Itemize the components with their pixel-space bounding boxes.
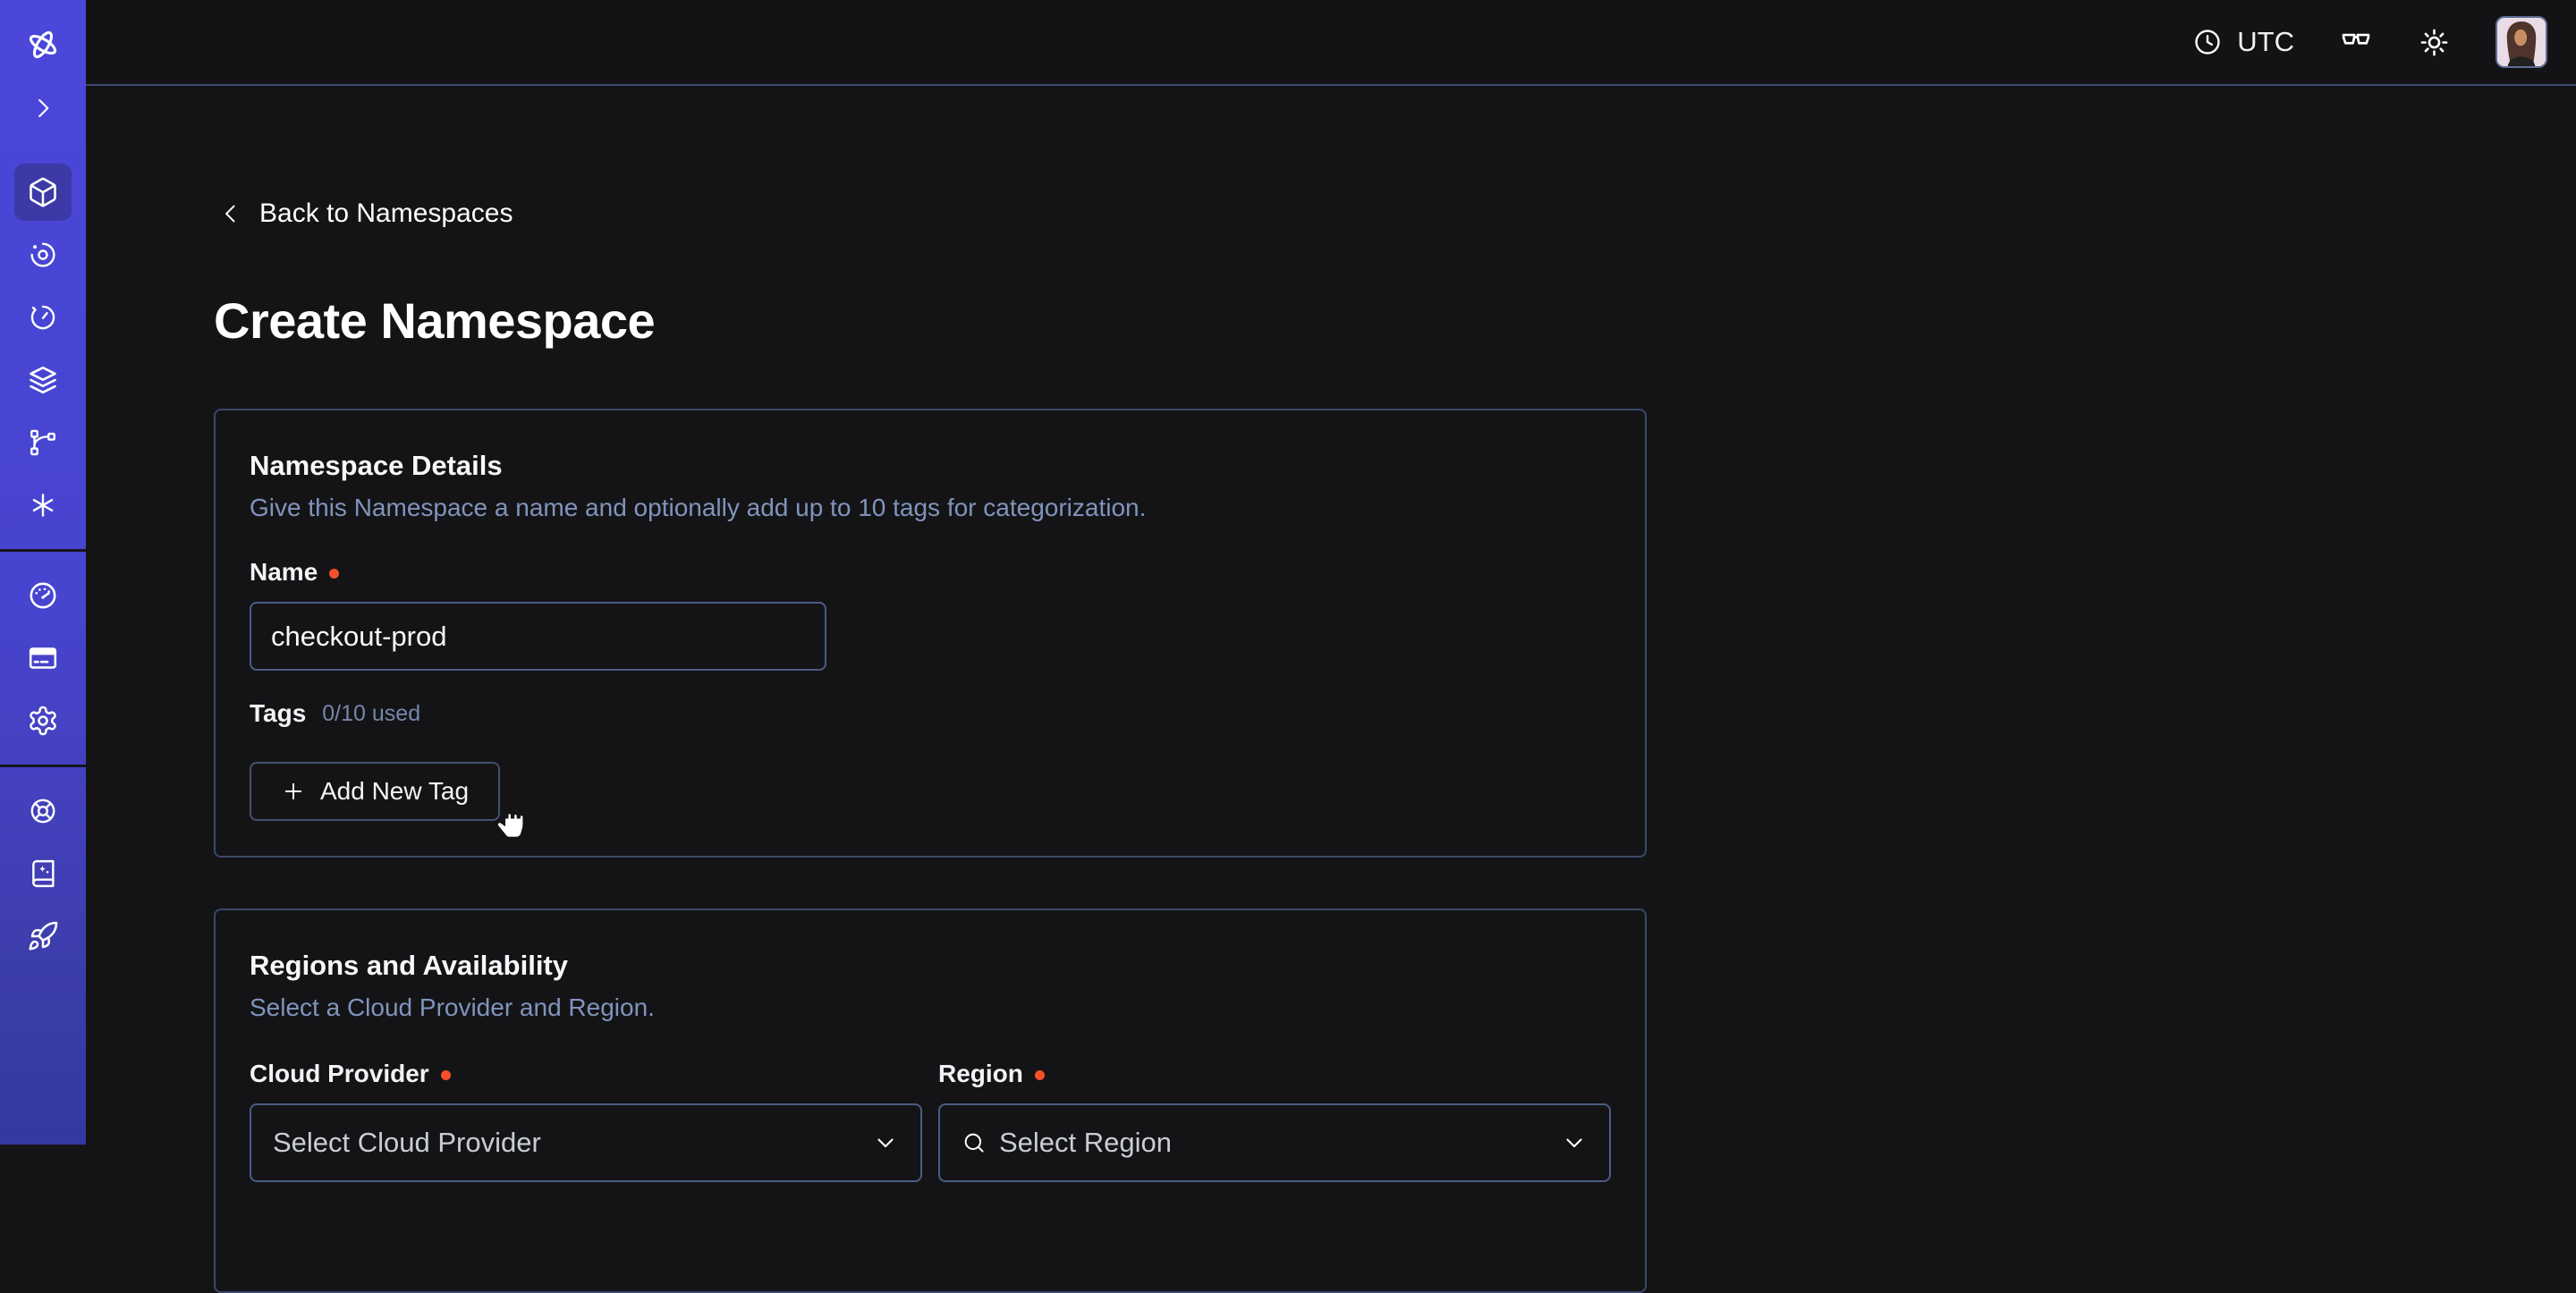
cursor-pointer-hand <box>487 799 529 845</box>
chevron-left-icon <box>218 201 243 226</box>
nexus-asterisk-icon <box>28 490 58 520</box>
sidebar-item-getting-started[interactable] <box>0 905 86 968</box>
timezone-button[interactable]: UTC <box>2192 26 2294 58</box>
tags-label: Tags <box>250 699 306 728</box>
field-labels-row: Cloud Provider Region <box>250 1060 1611 1088</box>
add-new-tag-button[interactable]: Add New Tag <box>250 762 500 821</box>
namespace-name-input[interactable] <box>250 602 826 671</box>
schedules-timer-icon <box>28 302 58 333</box>
temporal-logo-icon <box>23 25 63 64</box>
billing-card-icon <box>27 642 59 674</box>
chevron-right-icon <box>30 95 56 122</box>
cloud-provider-select[interactable]: Select Cloud Provider <box>250 1103 922 1182</box>
namespaces-cube-icon <box>27 176 59 208</box>
plus-icon <box>281 779 306 804</box>
sidebar-item-billing[interactable] <box>0 627 86 689</box>
namespace-details-card: Namespace Details Give this Namespace a … <box>214 409 1647 858</box>
page-title: Create Namespace <box>214 292 655 350</box>
required-dot <box>441 1070 451 1080</box>
sidebar-item-deployments[interactable] <box>0 349 86 411</box>
region-placeholder: Select Region <box>999 1127 1172 1159</box>
rocket-icon <box>27 920 59 952</box>
deployments-layers-icon <box>27 364 59 396</box>
reader-mode-button[interactable] <box>2339 25 2373 59</box>
temporal-logo[interactable] <box>0 13 86 77</box>
card-title: Namespace Details <box>250 450 1611 482</box>
timezone-label: UTC <box>2237 26 2294 58</box>
region-select[interactable]: Select Region <box>938 1103 1611 1182</box>
sidebar-item-usage[interactable] <box>0 564 86 627</box>
topbar: UTC <box>86 0 2576 86</box>
cloud-provider-label: Cloud Provider <box>250 1060 922 1088</box>
card-title: Regions and Availability <box>250 950 1611 982</box>
sidebar-item-support[interactable] <box>0 780 86 842</box>
selects-row: Select Cloud Provider Select Region <box>250 1103 1611 1182</box>
batch-branch-icon <box>28 427 58 458</box>
chevron-down-icon <box>1561 1129 1588 1156</box>
avatar-image <box>2497 18 2546 66</box>
sidebar <box>0 0 86 1145</box>
sidebar-item-schedules[interactable] <box>0 286 86 349</box>
chevron-down-icon <box>872 1129 899 1156</box>
name-label: Name <box>250 558 1611 587</box>
theme-toggle-button[interactable] <box>2418 26 2451 59</box>
sun-icon <box>2418 26 2451 59</box>
support-wheel-icon <box>28 796 58 826</box>
card-subtitle: Give this Namespace a name and optionall… <box>250 494 1611 522</box>
required-dot <box>1035 1070 1045 1080</box>
cloud-provider-placeholder: Select Cloud Provider <box>273 1127 541 1159</box>
settings-gear-icon <box>27 705 59 737</box>
back-link-label: Back to Namespaces <box>259 199 513 229</box>
docs-book-icon <box>28 858 58 889</box>
tags-row: Tags 0/10 used <box>250 699 1611 728</box>
active-item-highlight <box>14 164 72 221</box>
avatar[interactable] <box>2496 16 2547 68</box>
sidebar-item-docs[interactable] <box>0 842 86 905</box>
usage-gauge-icon <box>27 579 59 612</box>
regions-availability-card: Regions and Availability Select a Cloud … <box>214 908 1647 1293</box>
sidebar-item-settings[interactable] <box>0 689 86 752</box>
card-subtitle: Select a Cloud Provider and Region. <box>250 993 1611 1022</box>
search-icon <box>962 1130 987 1155</box>
back-to-namespaces-link[interactable]: Back to Namespaces <box>218 199 513 229</box>
clock-icon <box>2192 27 2223 57</box>
sidebar-separator <box>0 765 86 767</box>
region-label: Region <box>938 1060 1611 1088</box>
tags-usage-count: 0/10 used <box>322 701 420 727</box>
sidebar-item-namespaces[interactable] <box>0 161 86 224</box>
sidebar-item-batch-operations[interactable] <box>0 411 86 474</box>
sidebar-item-nexus[interactable] <box>0 474 86 537</box>
sidebar-expand-button[interactable] <box>0 77 86 139</box>
sidebar-item-workflows[interactable] <box>0 224 86 286</box>
workflows-spiral-icon <box>28 240 58 270</box>
add-new-tag-label: Add New Tag <box>320 777 469 806</box>
sidebar-separator <box>0 549 86 552</box>
required-dot <box>329 569 339 579</box>
glasses-icon <box>2339 25 2373 59</box>
